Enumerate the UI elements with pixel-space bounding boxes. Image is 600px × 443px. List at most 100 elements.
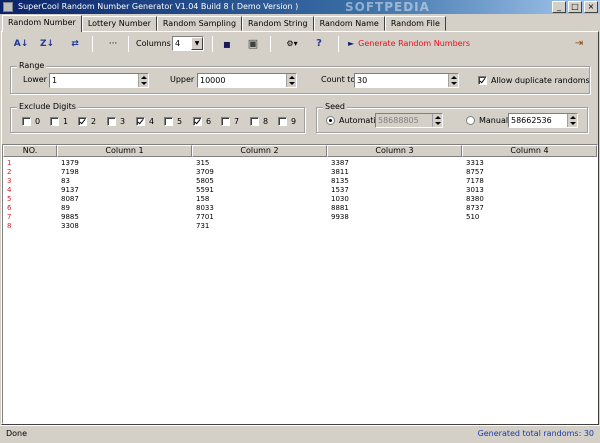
table-cell: 8033 <box>196 204 214 212</box>
table-cell: 8881 <box>331 204 349 212</box>
shuffle-icon[interactable]: ⇄ <box>66 36 84 52</box>
table-cell: 7198 <box>61 168 79 176</box>
lower-label: Lower <box>23 75 47 84</box>
manual-seed-radio[interactable]: Manual <box>466 114 508 127</box>
exclude-digit-3[interactable]: 3 <box>107 115 125 128</box>
columns-select[interactable]: 4 ▼ <box>172 36 204 51</box>
upper-input[interactable]: 10000 <box>197 73 297 88</box>
help-icon[interactable]: ? <box>310 36 328 52</box>
digit-label: 5 <box>177 117 183 126</box>
sort-ascending-icon[interactable]: A↓ <box>12 36 30 52</box>
row-number: 6 <box>7 204 12 212</box>
spinner-arrows-icon[interactable] <box>567 114 577 127</box>
options-icon[interactable]: ⚙▾ <box>280 36 304 52</box>
automatic-seed-input: 58688805 <box>375 113 443 128</box>
manual-seed-label: Manual <box>479 116 509 125</box>
checkbox-checked-icon <box>478 76 487 85</box>
spinner-arrows-icon[interactable] <box>138 74 148 87</box>
table-cell: 3313 <box>466 159 484 167</box>
table-row[interactable]: 4 9137 5591 1537 3013 <box>3 186 597 195</box>
table-cell: 8087 <box>61 195 79 203</box>
lower-value: 1 <box>52 76 58 85</box>
header-no[interactable]: NO. <box>3 145 57 157</box>
exclude-digit-5[interactable]: 5 <box>164 115 182 128</box>
row-number: 7 <box>7 213 12 221</box>
table-cell: 1379 <box>61 159 79 167</box>
minimize-button[interactable]: _ <box>552 1 566 13</box>
save-icon[interactable]: ▪ <box>218 36 236 52</box>
tab-random-string[interactable]: Random String <box>242 16 314 31</box>
table-cell: 731 <box>196 222 210 230</box>
radio-selected-icon <box>326 116 335 125</box>
table-row[interactable]: 3 83 5805 8135 7178 <box>3 177 597 186</box>
tab-strip: Random Number Lottery Number Random Samp… <box>2 15 446 32</box>
header-column-1[interactable]: Column 1 <box>57 145 192 157</box>
checkbox-icon <box>50 117 59 126</box>
tab-random-number[interactable]: Random Number <box>2 15 82 32</box>
checkbox-checked-icon <box>78 117 87 126</box>
generate-button[interactable]: ► Generate Random Numbers <box>348 36 470 52</box>
table-cell: 3811 <box>331 168 349 176</box>
table-cell: 8757 <box>466 168 484 176</box>
spinner-arrows-icon[interactable] <box>286 74 296 87</box>
table-cell <box>462 222 597 231</box>
header-column-4[interactable]: Column 4 <box>462 145 597 157</box>
exclude-digit-1[interactable]: 1 <box>50 115 68 128</box>
tab-lottery-number[interactable]: Lottery Number <box>81 16 157 31</box>
row-number: 5 <box>7 195 12 203</box>
checkbox-icon <box>164 117 173 126</box>
count-input[interactable]: 30 <box>354 73 459 88</box>
manual-seed-value: 58662536 <box>511 116 552 125</box>
exclude-digit-0[interactable]: 0 <box>22 115 40 128</box>
table-cell: 8737 <box>466 204 484 212</box>
header-column-3[interactable]: Column 3 <box>327 145 462 157</box>
maximize-button[interactable]: □ <box>568 1 582 13</box>
automatic-seed-radio[interactable]: Automatic <box>326 114 380 127</box>
sort-descending-icon[interactable]: Z↓ <box>38 36 56 52</box>
window-title: SuperCool Random Number Generator V1.04 … <box>18 2 299 11</box>
table-row[interactable]: 6 89 8033 8881 8737 <box>3 204 597 213</box>
upper-value: 10000 <box>200 76 226 85</box>
grid-header: NO. Column 1 Column 2 Column 3 Column 4 <box>3 145 597 157</box>
header-column-2[interactable]: Column 2 <box>192 145 327 157</box>
tab-random-name[interactable]: Random Name <box>313 16 385 31</box>
generate-button-label: Generate Random Numbers <box>358 39 471 48</box>
table-row[interactable]: 8 3308 731 <box>3 222 597 231</box>
table-cell: 5805 <box>196 177 214 185</box>
exclude-digit-2[interactable]: 2 <box>78 115 96 128</box>
digit-label: 0 <box>35 117 41 126</box>
row-number: 1 <box>7 159 12 167</box>
table-cell: 5591 <box>196 186 214 194</box>
table-cell: 8380 <box>466 195 484 203</box>
spinner-arrows-icon <box>432 114 442 127</box>
exit-icon[interactable]: ⇥ <box>570 36 588 52</box>
results-grid[interactable]: NO. Column 1 Column 2 Column 3 Column 4 … <box>2 144 598 424</box>
checkbox-icon <box>250 117 259 126</box>
tab-random-file[interactable]: Random File <box>384 16 446 31</box>
spinner-arrows-icon[interactable] <box>448 74 458 87</box>
table-cell: 510 <box>466 213 480 221</box>
table-row[interactable]: 7 9885 7701 9938 510 <box>3 213 597 222</box>
table-row[interactable]: 2 7198 3709 3811 8757 <box>3 168 597 177</box>
lower-input[interactable]: 1 <box>49 73 149 88</box>
row-number: 3 <box>7 177 12 185</box>
table-cell: 9938 <box>331 213 349 221</box>
manual-seed-input[interactable]: 58662536 <box>508 113 578 128</box>
allow-duplicates-checkbox[interactable]: Allow duplicate randoms <box>478 74 590 87</box>
exclude-digit-4[interactable]: 4 <box>136 115 154 128</box>
table-cell: 1030 <box>331 195 349 203</box>
chevron-down-icon[interactable]: ▼ <box>191 37 203 50</box>
exclude-digit-6[interactable]: 6 <box>193 115 211 128</box>
row-number: 2 <box>7 168 12 176</box>
exclude-digit-7[interactable]: 7 <box>221 115 239 128</box>
more-options-icon[interactable]: ··· <box>104 36 122 52</box>
print-icon[interactable]: ▣ <box>244 36 262 52</box>
table-row[interactable]: 5 8087 158 1030 8380 <box>3 195 597 204</box>
exclude-digit-8[interactable]: 8 <box>250 115 268 128</box>
exclude-digit-9[interactable]: 9 <box>278 115 296 128</box>
close-button[interactable]: × <box>584 1 598 13</box>
tab-random-sampling[interactable]: Random Sampling <box>156 16 243 31</box>
allow-duplicates-label: Allow duplicate randoms <box>491 76 590 85</box>
table-cell: 1537 <box>331 186 349 194</box>
table-row[interactable]: 1 1379 315 3387 3313 <box>3 159 597 168</box>
